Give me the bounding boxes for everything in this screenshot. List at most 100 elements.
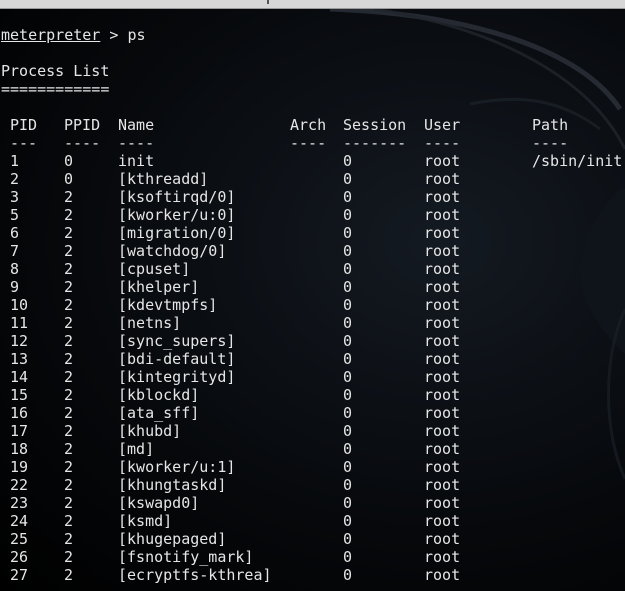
column-header-session: Session — [343, 116, 407, 134]
process-user-cell: root — [424, 422, 461, 440]
process-name-cell: [kdevtmpfs] — [118, 296, 218, 314]
process-pid-cell: 17 — [10, 422, 29, 440]
process-pid-cell: 11 — [10, 314, 29, 332]
process-session-cell: 0 — [343, 224, 353, 242]
process-name-cell: [watchdog/0] — [118, 242, 227, 260]
process-pid-cell: 22 — [10, 476, 29, 494]
column-header-ppid: PPID — [64, 116, 101, 134]
column-separator-session: ------- — [343, 134, 407, 152]
process-pid-cell: 1 — [10, 152, 20, 170]
process-session-cell: 0 — [343, 548, 353, 566]
process-path-cell: /sbin/init — [532, 152, 623, 170]
process-ppid-cell: 2 — [64, 368, 74, 386]
process-ppid-cell: 2 — [64, 494, 74, 512]
process-user-cell: root — [424, 296, 461, 314]
process-pid-cell: 5 — [10, 206, 20, 224]
column-separator-ppid: ---- — [64, 134, 101, 152]
process-pid-cell: 2 — [10, 170, 20, 188]
process-session-cell: 0 — [343, 476, 353, 494]
process-ppid-cell: 2 — [64, 386, 74, 404]
process-ppid-cell: 2 — [64, 530, 74, 548]
process-session-cell: 0 — [343, 314, 353, 332]
command-text: ps — [127, 26, 146, 44]
process-session-cell: 0 — [343, 530, 353, 548]
window-top-bar — [0, 0, 625, 9]
process-name-cell: [kblockd] — [118, 386, 200, 404]
process-ppid-cell: 2 — [64, 404, 74, 422]
process-ppid-cell: 2 — [64, 206, 74, 224]
process-ppid-cell: 2 — [64, 188, 74, 206]
process-ppid-cell: 2 — [64, 548, 74, 566]
process-pid-cell: 18 — [10, 440, 29, 458]
process-ppid-cell: 2 — [64, 260, 74, 278]
process-pid-cell: 26 — [10, 548, 29, 566]
process-ppid-cell: 2 — [64, 278, 74, 296]
column-separator-pid: --- — [10, 134, 38, 152]
process-name-cell: [md] — [118, 440, 155, 458]
process-name-cell: [ksoftirqd/0] — [118, 188, 236, 206]
column-header-pid: PID — [10, 116, 38, 134]
process-user-cell: root — [424, 368, 461, 386]
process-user-cell: root — [424, 494, 461, 512]
process-name-cell: [khungtaskd] — [118, 476, 227, 494]
prompt-label: meterpreter — [1, 26, 101, 44]
process-name-cell: [kworker/u:0] — [118, 206, 236, 224]
process-pid-cell: 25 — [10, 530, 29, 548]
process-session-cell: 0 — [343, 494, 353, 512]
process-pid-cell: 23 — [10, 494, 29, 512]
process-user-cell: root — [424, 206, 461, 224]
process-user-cell: root — [424, 530, 461, 548]
column-separator-user: ---- — [424, 134, 461, 152]
process-pid-cell: 8 — [10, 260, 20, 278]
process-name-cell: init — [118, 152, 155, 170]
column-separator-name: ---- — [118, 134, 155, 152]
process-user-cell: root — [424, 332, 461, 350]
process-session-cell: 0 — [343, 152, 353, 170]
process-user-cell: root — [424, 458, 461, 476]
process-name-cell: [khelper] — [118, 278, 200, 296]
prompt-separator: > — [100, 26, 128, 44]
process-ppid-cell: 2 — [64, 224, 74, 242]
column-separator-arch: ---- — [290, 134, 327, 152]
process-user-cell: root — [424, 314, 461, 332]
process-ppid-cell: 2 — [64, 512, 74, 530]
column-header-user: User — [424, 116, 461, 134]
process-pid-cell: 14 — [10, 368, 29, 386]
process-name-cell: [bdi-default] — [118, 350, 236, 368]
process-session-cell: 0 — [343, 458, 353, 476]
process-user-cell: root — [424, 566, 461, 584]
process-user-cell: root — [424, 152, 461, 170]
process-user-cell: root — [424, 278, 461, 296]
process-name-cell: [cpuset] — [118, 260, 191, 278]
process-ppid-cell: 2 — [64, 440, 74, 458]
section-underline: ============ — [1, 80, 110, 98]
process-ppid-cell: 2 — [64, 350, 74, 368]
process-name-cell: [fsnotify_mark] — [118, 548, 254, 566]
process-pid-cell: 12 — [10, 332, 29, 350]
process-pid-cell: 16 — [10, 404, 29, 422]
process-ppid-cell: 0 — [64, 170, 74, 188]
process-user-cell: root — [424, 242, 461, 260]
process-pid-cell: 3 — [10, 188, 20, 206]
process-name-cell: [kswapd0] — [118, 494, 200, 512]
process-user-cell: root — [424, 350, 461, 368]
process-name-cell: [migration/0] — [118, 224, 236, 242]
process-user-cell: root — [424, 512, 461, 530]
process-pid-cell: 9 — [10, 278, 20, 296]
process-pid-cell: 6 — [10, 224, 20, 242]
process-session-cell: 0 — [343, 332, 353, 350]
terminal-window[interactable]: meterpreter > ps Process List ==========… — [0, 9, 625, 591]
process-name-cell: [khugepaged] — [118, 530, 227, 548]
top-bar-notch — [267, 0, 269, 4]
process-user-cell: root — [424, 440, 461, 458]
process-name-cell: [khubd] — [118, 422, 182, 440]
process-pid-cell: 19 — [10, 458, 29, 476]
process-name-cell: [kintegrityd] — [118, 368, 236, 386]
process-user-cell: root — [424, 404, 461, 422]
process-pid-cell: 13 — [10, 350, 29, 368]
process-ppid-cell: 2 — [64, 566, 74, 584]
process-user-cell: root — [424, 260, 461, 278]
process-pid-cell: 15 — [10, 386, 29, 404]
process-session-cell: 0 — [343, 566, 353, 584]
process-pid-cell: 27 — [10, 566, 29, 584]
